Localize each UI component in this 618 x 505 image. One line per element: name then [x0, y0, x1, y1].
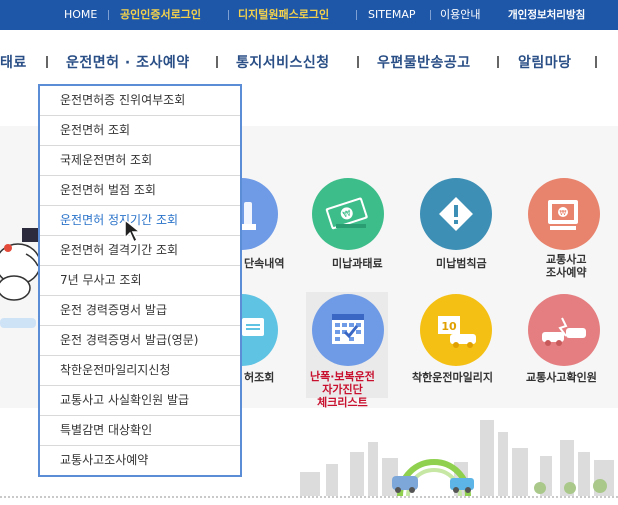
separator — [228, 10, 229, 20]
accident-reservation-circle[interactable]: ₩ — [528, 178, 600, 250]
dropdown-item-driving-career-cert-english[interactable]: 운전 경력증명서 발급(영문) — [40, 326, 240, 356]
won-bill-icon: ₩ — [325, 197, 368, 230]
unpaid-fines-circle[interactable]: ₩ — [312, 178, 384, 250]
accident-reservation-label-line2: 조사예약 — [546, 266, 587, 279]
mouse-cursor-icon — [124, 218, 143, 244]
nav-item-license-reservation[interactable]: 운전면허 · 조사예약 — [66, 52, 190, 72]
unpaid-penalty-label: 미납범칙금 — [436, 257, 487, 270]
svg-text:10: 10 — [441, 320, 457, 333]
separator — [108, 10, 109, 20]
dropdown-item-driving-career-cert[interactable]: 운전 경력증명서 발급 — [40, 296, 240, 326]
city-skyline-illustration — [300, 420, 614, 496]
reckless-driving-checklist-circle[interactable] — [312, 294, 384, 366]
kiosk-won-icon: ₩ — [548, 200, 578, 230]
cert-login-link[interactable]: 공인인증서로그인 — [120, 8, 201, 22]
mascot-shadow — [0, 318, 36, 328]
mileage-10-car-icon: 10 — [438, 316, 476, 348]
nav-item-notices[interactable]: 알림마당 — [518, 52, 572, 72]
svg-text:₩: ₩ — [560, 209, 567, 217]
police-mascot-illustration — [0, 228, 41, 301]
dotted-divider — [0, 496, 618, 498]
accident-reservation-label-line1: 교통사고 — [546, 253, 587, 266]
unpaid-penalty-circle[interactable] — [420, 178, 492, 250]
accident-reservation-label: 교통사고 조사예약 — [546, 253, 586, 279]
nav-item-notification-service[interactable]: 통지서비스신청 — [236, 52, 330, 72]
dropdown-item-special-reduction[interactable]: 특별감면 대상확인 — [40, 416, 240, 446]
separator — [356, 10, 357, 20]
guide-link[interactable]: 이용안내 — [440, 8, 480, 22]
sitemap-link[interactable]: SITEMAP — [368, 8, 416, 22]
safe-driving-mileage-circle[interactable]: 10 — [420, 294, 492, 366]
accident-confirmation-circle[interactable] — [528, 294, 600, 366]
warning-diamond-icon — [439, 197, 473, 231]
safe-driving-mileage-label: 착한운전마일리지 — [412, 371, 493, 384]
main-nav: 태료 운전면허 · 조사예약 통지서비스신청 우편물반송공고 알림마당 — [0, 30, 618, 85]
enforcement-history-label: 단속내역 — [244, 257, 285, 270]
dropdown-item-accident-investigation-reservation[interactable]: 교통사고조사예약 — [40, 446, 240, 476]
digital-onepass-login-link[interactable]: 디지털원패스로그인 — [238, 8, 329, 22]
separator — [430, 10, 431, 20]
nav-item-fines[interactable]: 태료 — [0, 52, 27, 72]
reckless-driving-label-line3: 체크리스트 — [317, 396, 368, 409]
nav-divider — [497, 56, 499, 68]
home-link[interactable]: HOME — [64, 8, 97, 22]
calendar-check-icon — [332, 314, 364, 344]
dropdown-item-license-authenticity[interactable]: 운전면허증 진위여부조회 — [40, 86, 240, 116]
dropdown-item-license-lookup[interactable]: 운전면허 조회 — [40, 116, 240, 146]
unpaid-fines-label: 미납과태료 — [332, 257, 383, 270]
dropdown-item-accident-fact-confirmation[interactable]: 교통사고 사실확인원 발급 — [40, 386, 240, 416]
accident-confirmation-label: 교통사고확인원 — [526, 371, 597, 384]
nav-divider — [595, 56, 597, 68]
nav-item-returned-mail[interactable]: 우편물반송공고 — [377, 52, 471, 72]
reckless-driving-checklist-label: 난폭·보복운전 자가진단 체크리스트 — [310, 370, 375, 409]
privacy-policy-link[interactable]: 개인정보처리방침 — [508, 8, 585, 22]
nav-divider — [357, 56, 359, 68]
dropdown-item-safe-mileage[interactable]: 착한운전마일리지신청 — [40, 356, 240, 386]
top-utility-bar: HOME 공인인증서로그인 디지털원패스로그인 SITEMAP 이용안내 개인정… — [0, 0, 618, 30]
dropdown-item-penalty-points[interactable]: 운전면허 벌점 조회 — [40, 176, 240, 206]
dropdown-item-international-license[interactable]: 국제운전면허 조회 — [40, 146, 240, 176]
license-reservation-dropdown: 운전면허증 진위여부조회 운전면허 조회 국제운전면허 조회 운전면허 벌점 조… — [38, 84, 242, 477]
car-crash-icon — [542, 317, 586, 346]
nav-divider — [46, 56, 48, 68]
reckless-driving-label-line1: 난폭·보복운전 — [310, 370, 375, 383]
license-lookup-label: 허조회 — [244, 371, 275, 384]
dropdown-item-7year-no-accident[interactable]: 7년 무사고 조회 — [40, 266, 240, 296]
nav-divider — [216, 56, 218, 68]
reckless-driving-label-line2: 자가진단 — [322, 383, 363, 396]
